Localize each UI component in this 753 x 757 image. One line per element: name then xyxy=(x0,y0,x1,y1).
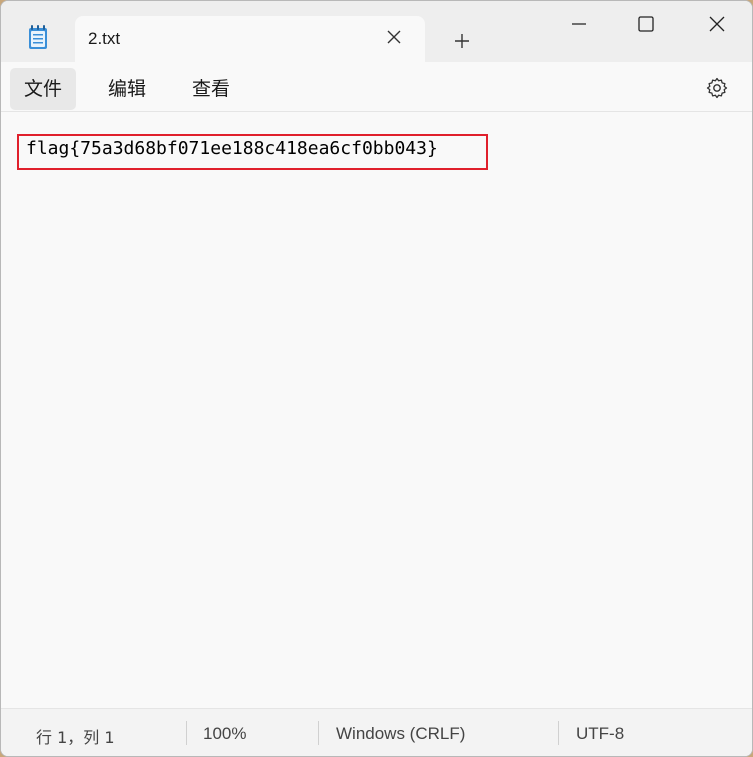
tab-title: 2.txt xyxy=(88,29,121,48)
maximize-icon[interactable] xyxy=(633,11,659,37)
menu-view[interactable]: 查看 xyxy=(178,68,244,110)
menu-bar: 文件 编辑 查看 xyxy=(1,62,752,112)
status-divider xyxy=(558,721,559,745)
plus-icon[interactable] xyxy=(450,29,474,53)
cursor-position: 行 1，列 1 xyxy=(36,728,115,747)
zoom-level[interactable]: 100% xyxy=(203,724,246,744)
menu-file[interactable]: 文件 xyxy=(10,68,77,110)
close-icon[interactable] xyxy=(385,28,403,46)
text-editor-area[interactable]: flag{75a3d68bf071ee188c418ea6cf0bb043} xyxy=(1,113,752,707)
tab-2-txt[interactable]: 2.txt xyxy=(75,16,425,62)
notepad-icon xyxy=(29,25,47,49)
line-ending[interactable]: Windows (CRLF) xyxy=(336,724,465,744)
editor-content[interactable]: flag{75a3d68bf071ee188c418ea6cf0bb043} xyxy=(26,138,438,159)
title-bar: 2.txt xyxy=(1,1,752,62)
menu-edit[interactable]: 编辑 xyxy=(94,68,160,110)
status-divider xyxy=(186,721,187,745)
gear-icon[interactable] xyxy=(705,76,729,100)
status-bar: 行 1，列 1 100% Windows (CRLF) UTF-8 xyxy=(1,708,752,756)
window-close-icon[interactable] xyxy=(704,11,730,37)
status-divider xyxy=(318,721,319,745)
minimize-icon[interactable] xyxy=(566,11,592,37)
notepad-window: 2.txt 文件 编辑 查看 flag{75a3d68bf071ee188c41… xyxy=(0,0,753,757)
encoding[interactable]: UTF-8 xyxy=(576,724,624,744)
